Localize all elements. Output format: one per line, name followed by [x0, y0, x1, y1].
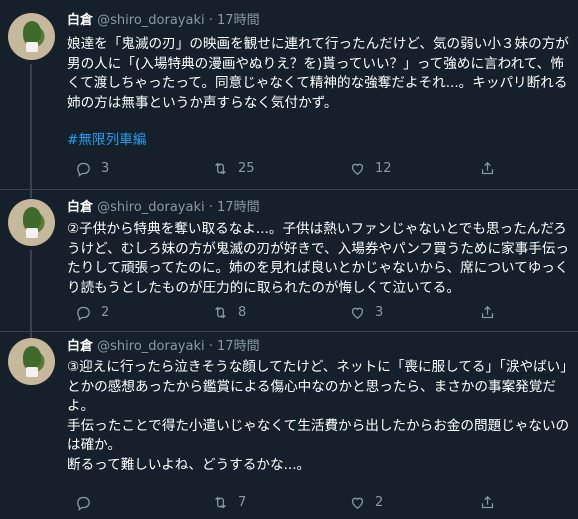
tweet[interactable]: 白倉 @shiro_dorayaki · 17時間 ②子供から特典を奪い取るなよ… — [0, 190, 578, 332]
handle[interactable]: @shiro_dorayaki — [97, 13, 204, 28]
like-icon — [351, 307, 364, 319]
timestamp[interactable]: 17時間 — [217, 13, 260, 28]
reply-button[interactable]: 3 — [75, 160, 212, 177]
like-button[interactable]: 2 — [349, 494, 479, 511]
retweet-count: 8 — [238, 305, 247, 320]
tweet[interactable]: 白倉 @shiro_dorayaki · 17時間 ③迎えに行ったら泣きそうな顔… — [0, 332, 578, 519]
separator: · — [208, 339, 213, 354]
display-name[interactable]: 白倉 — [67, 339, 93, 354]
like-count: 2 — [375, 495, 384, 510]
tweet-actions: 7 2 — [75, 494, 505, 511]
retweet-button[interactable]: 8 — [212, 304, 349, 321]
tweet-actions: 3 25 12 — [75, 160, 505, 177]
like-button[interactable]: 12 — [349, 160, 479, 177]
like-icon — [351, 497, 364, 509]
avatar[interactable] — [8, 338, 55, 385]
reply-icon — [77, 306, 90, 321]
reply-icon — [77, 496, 90, 511]
retweet-icon — [215, 496, 226, 509]
retweet-icon — [215, 162, 226, 175]
reply-count: 2 — [101, 305, 110, 320]
tweet-text: 娘達を「鬼滅の刃」の映画を観せに連れて行ったんだけど、気の弱い小３妹の方が男の人… — [67, 36, 569, 111]
avatar[interactable] — [8, 199, 55, 246]
tweet-text: ③迎えに行ったら泣きそうな顔してたけど、ネットに「喪に服してる」「涙やばい」とか… — [67, 359, 570, 473]
share-button[interactable] — [479, 494, 505, 511]
handle[interactable]: @shiro_dorayaki — [97, 200, 204, 215]
retweet-count: 7 — [238, 495, 247, 510]
reply-button[interactable] — [75, 494, 212, 511]
tweet-header: 白倉 @shiro_dorayaki · 17時間 — [67, 199, 260, 217]
handle[interactable]: @shiro_dorayaki — [97, 339, 204, 354]
avatar[interactable] — [8, 13, 55, 60]
share-icon — [481, 161, 494, 175]
share-button[interactable] — [479, 304, 505, 321]
retweet-count: 25 — [238, 161, 255, 176]
like-count: 12 — [375, 161, 392, 176]
like-count: 3 — [375, 305, 384, 320]
thread-line — [30, 190, 32, 198]
reply-icon — [77, 162, 90, 177]
reply-button[interactable]: 2 — [75, 304, 212, 321]
separator: · — [208, 200, 213, 215]
share-icon — [481, 495, 494, 509]
tweet-header: 白倉 @shiro_dorayaki · 17時間 — [67, 12, 260, 30]
separator: · — [208, 13, 213, 28]
timestamp[interactable]: 17時間 — [217, 339, 260, 354]
tweet[interactable]: 白倉 @shiro_dorayaki · 17時間 娘達を「鬼滅の刃」の映画を観… — [0, 0, 578, 190]
tweet-text: ②子供から特典を奪い取るなよ...。子供は熱いファンじゃないとでも思ったんだろう… — [67, 221, 570, 296]
thread-line — [30, 250, 32, 331]
display-name[interactable]: 白倉 — [67, 200, 93, 215]
retweet-button[interactable]: 25 — [212, 160, 349, 177]
thread-line — [30, 64, 32, 189]
hashtag-link[interactable]: #無限列車編 — [67, 128, 146, 148]
retweet-icon — [215, 306, 226, 319]
reply-count: 3 — [101, 161, 110, 176]
share-button[interactable] — [479, 160, 505, 177]
timestamp[interactable]: 17時間 — [217, 200, 260, 215]
tweet-actions: 2 8 3 — [75, 304, 505, 321]
like-icon — [351, 163, 364, 175]
display-name[interactable]: 白倉 — [67, 13, 93, 28]
tweet-header: 白倉 @shiro_dorayaki · 17時間 — [67, 338, 260, 356]
like-button[interactable]: 3 — [349, 304, 479, 321]
share-icon — [481, 305, 494, 319]
retweet-button[interactable]: 7 — [212, 494, 349, 511]
